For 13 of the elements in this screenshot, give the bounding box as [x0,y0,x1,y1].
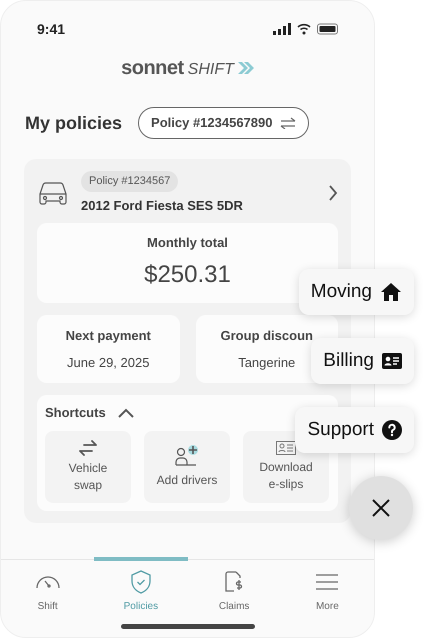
logo-product: SHIFT [188,60,234,80]
next-payment-label: Next payment [66,326,151,345]
group-discount-value: Tangerine [238,354,296,372]
monthly-total-label: Monthly total [147,234,228,252]
logo-wordmark: sonnet [121,56,184,81]
group-discount-label: Group discoun [220,326,313,345]
page-title: My policies [25,112,122,135]
status-time: 9:41 [37,20,66,38]
monthly-total-amount: $250.31 [144,260,231,290]
policy-badge: Policy #1234567 [81,171,178,192]
next-payment-date: June 29, 2025 [67,354,150,372]
vehicle-name: 2012 Ford Fiesta SES 5DR [81,196,243,214]
shortcuts-title: Shortcuts [45,404,106,422]
